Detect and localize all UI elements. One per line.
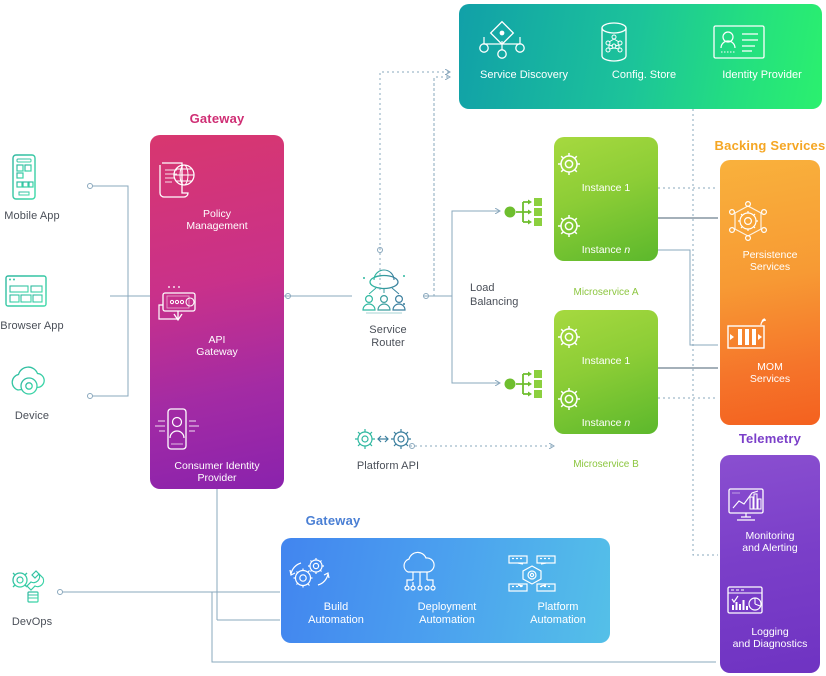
platform-item-config-store[interactable]: Config. Store bbox=[589, 20, 699, 82]
instance-label: Instance n bbox=[581, 244, 631, 256]
client-device[interactable]: Device bbox=[6, 362, 58, 423]
devops-item-deployment-automation[interactable]: Deployment Automation bbox=[394, 551, 500, 627]
gear-icon bbox=[554, 211, 658, 241]
load-balancer-icon-a bbox=[504, 196, 546, 228]
backing-services-panel: Persistence Services MOM Services bbox=[720, 160, 820, 425]
persistence-gear-network-icon bbox=[720, 198, 820, 244]
cloud-deploy-icon bbox=[394, 551, 500, 596]
architecture-diagram: Mobile App Browser App Device DevOps Gat… bbox=[0, 0, 826, 676]
platform-item-label: Service Discovery bbox=[479, 69, 569, 81]
backing-item-mom-services[interactable]: MOM Services bbox=[720, 318, 820, 385]
gateway-item-api-gateway[interactable]: API Gateway bbox=[150, 283, 284, 358]
backing-item-label: Persistence Services bbox=[742, 249, 798, 273]
load-balancing-label: Load Balancing bbox=[470, 282, 519, 308]
platform-item-identity-provider[interactable]: Identity Provider bbox=[707, 20, 817, 82]
load-balancer-icon-b bbox=[504, 368, 546, 400]
telemetry-item-monitoring-and-alerting[interactable]: Monitoring and Alerting bbox=[720, 483, 820, 554]
client-label: Device bbox=[14, 410, 50, 422]
instance-label: Instance n bbox=[581, 417, 631, 429]
devops-gateway-panel: Build Automation Deployment Automation P… bbox=[281, 538, 610, 643]
telemetry-item-label: Monitoring and Alerting bbox=[742, 530, 798, 554]
instance-label: Instance 1 bbox=[581, 182, 631, 194]
api-gateway-icon bbox=[150, 283, 284, 329]
platform-item-label: Config. Store bbox=[611, 69, 677, 81]
service-discovery-tree-icon bbox=[469, 20, 579, 64]
cloud-users-router-icon bbox=[352, 269, 424, 318]
devops-node[interactable]: DevOps bbox=[6, 566, 58, 629]
gear-icon bbox=[554, 149, 658, 179]
telemetry-title: Telemetry bbox=[738, 431, 802, 446]
platform-item-service-discovery[interactable]: Service Discovery bbox=[469, 20, 579, 82]
devops-item-label: Deployment Automation bbox=[417, 601, 477, 626]
microservice-a-instance-n[interactable]: Instance n bbox=[554, 211, 658, 256]
message-queue-icon bbox=[720, 318, 820, 356]
policy-document-globe-icon bbox=[150, 157, 284, 203]
monitor-chart-icon bbox=[720, 483, 820, 525]
client-mobile-app[interactable]: Mobile App bbox=[4, 152, 60, 223]
database-cylinder-icon bbox=[589, 20, 699, 64]
instance-label: Instance 1 bbox=[581, 355, 631, 367]
gateway-panel: Policy Management API Gateway Consumer I… bbox=[150, 135, 284, 489]
gear-icon bbox=[554, 384, 658, 414]
gateway-item-policy-management[interactable]: Policy Management bbox=[150, 157, 284, 232]
gateway-section-title: Gateway bbox=[189, 111, 245, 126]
microservice-b-instance-1[interactable]: Instance 1 bbox=[554, 322, 658, 367]
client-label: Mobile App bbox=[4, 210, 60, 222]
telemetry-panel: Monitoring and Alerting Logging and Diag… bbox=[720, 455, 820, 673]
backing-services-title: Backing Services bbox=[714, 138, 826, 153]
browser-window-icon bbox=[0, 272, 64, 314]
gateway-item-consumer-identity-provider[interactable]: Consumer Identity Provider bbox=[150, 407, 284, 484]
devops-item-platform-automation[interactable]: Platform Automation bbox=[505, 552, 610, 627]
gateway-item-label: API Gateway bbox=[196, 334, 238, 358]
build-gears-icon bbox=[283, 552, 389, 596]
gear-icon bbox=[554, 322, 658, 352]
devops-gateway-title: Gateway bbox=[305, 513, 361, 528]
devops-item-label: Build Automation bbox=[308, 601, 364, 626]
platform-services-panel: Service Discovery Config. Store Identity… bbox=[459, 4, 822, 109]
id-card-icon bbox=[707, 20, 817, 64]
microservice-a-label: Microservice A bbox=[573, 287, 639, 298]
mobile-user-identity-icon bbox=[150, 407, 284, 455]
devops-label: DevOps bbox=[11, 616, 53, 628]
platform-api-node[interactable]: Platform API bbox=[352, 424, 424, 473]
two-gears-exchange-icon bbox=[352, 424, 424, 454]
devops-item-label: Platform Automation bbox=[530, 601, 586, 626]
microservice-a-instance-1[interactable]: Instance 1 bbox=[554, 149, 658, 194]
client-label: Browser App bbox=[0, 320, 64, 332]
telemetry-item-label: Logging and Diagnostics bbox=[732, 626, 808, 650]
gateway-item-label: Policy Management bbox=[186, 208, 248, 232]
platform-item-label: Identity Provider bbox=[722, 69, 802, 81]
backing-item-persistence-services[interactable]: Persistence Services bbox=[720, 198, 820, 273]
client-browser-app[interactable]: Browser App bbox=[0, 272, 64, 333]
platform-servers-icon bbox=[505, 552, 610, 596]
microservice-b-panel: Instance 1 Instance n bbox=[554, 310, 658, 434]
microservice-b-instance-n[interactable]: Instance n bbox=[554, 384, 658, 429]
telemetry-item-logging-and-diagnostics[interactable]: Logging and Diagnostics bbox=[720, 583, 820, 650]
gateway-item-label: Consumer Identity Provider bbox=[174, 460, 260, 484]
devops-item-build-automation[interactable]: Build Automation bbox=[283, 552, 389, 627]
mobile-phone-icon bbox=[4, 152, 60, 204]
platform-api-label: Platform API bbox=[356, 460, 420, 472]
microservice-a-panel: Instance 1 Instance n bbox=[554, 137, 658, 261]
logging-dashboard-icon bbox=[720, 583, 820, 621]
service-router-label: Service Router bbox=[369, 324, 407, 349]
microservice-b-label: Microservice B bbox=[573, 459, 639, 470]
cloud-gear-icon bbox=[6, 362, 58, 404]
gear-wrench-icon bbox=[6, 566, 58, 610]
backing-item-label: MOM Services bbox=[749, 361, 791, 385]
service-router-node[interactable]: Service Router bbox=[352, 269, 424, 350]
